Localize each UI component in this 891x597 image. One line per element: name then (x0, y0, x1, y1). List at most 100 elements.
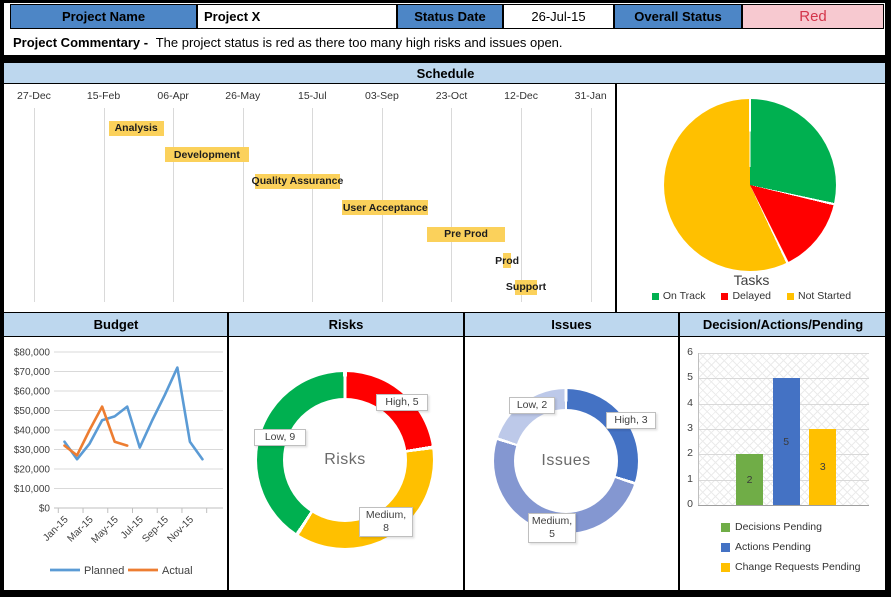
legend-label: Actions Pending (735, 541, 811, 553)
tasks-pie-legend: On Track Delayed Not Started (616, 290, 887, 302)
budget-y-label: $80,000 (14, 348, 51, 359)
decisions-bar-chart: 0123456253Decisions PendingActions Pendi… (679, 337, 887, 590)
budget-y-label: $70,000 (14, 367, 51, 378)
bottom-section-header: Budget Risks Issues Decision/Actions/Pen… (0, 312, 891, 337)
issues-center-label: Issues (541, 452, 590, 470)
gantt-gridline (104, 108, 105, 302)
risks-center-label: Risks (324, 451, 366, 469)
gantt-bar: Quality Assurance (255, 174, 340, 189)
gantt-axis-label: 27-Dec (17, 90, 51, 102)
budget-legend-label: Planned (84, 565, 124, 577)
bar-gridline (698, 353, 869, 354)
budget-x-label: May-15 (89, 514, 121, 546)
overall-status-value: Red (742, 4, 884, 29)
budget-y-label: $40,000 (14, 426, 51, 437)
legend-swatch (721, 523, 730, 532)
budget-title: Budget (4, 313, 228, 336)
commentary-label: Project Commentary - (13, 35, 152, 50)
budget-series-planned (65, 368, 203, 460)
legend-label: Not Started (798, 290, 851, 302)
bar-y-label: 5 (679, 371, 693, 383)
budget-legend-label: Actual (162, 565, 193, 577)
gantt-bar-label: Support (506, 281, 546, 293)
thick-divider (0, 55, 891, 62)
bar-y-label: 1 (679, 473, 693, 485)
bar-y-label: 4 (679, 397, 693, 409)
gantt-axis-label: 12-Dec (504, 90, 538, 102)
legend-label: On Track (663, 290, 706, 302)
budget-line-chart: $0$10,000$20,000$30,000$40,000$50,000$60… (4, 337, 228, 590)
pie-legend-item: On Track (652, 290, 706, 302)
legend-swatch (787, 293, 794, 300)
legend-swatch (721, 563, 730, 572)
gantt-bar-label: User Acceptance (343, 202, 428, 214)
pie-legend-item: Delayed (721, 290, 771, 302)
gantt-bar: User Acceptance (342, 200, 428, 215)
tasks-pie-panel: Tasks On Track Delayed Not Started (616, 84, 887, 312)
risks-donut-chart: RisksHigh, 5Medium, 8Low, 9 (228, 337, 464, 590)
panel-divider (463, 312, 465, 590)
tasks-pie-title: Tasks (616, 272, 887, 288)
issues-title: Issues (464, 313, 679, 336)
tasks-pie-chart (664, 99, 836, 271)
gantt-axis-label: 03-Sep (365, 90, 399, 102)
budget-y-label: $20,000 (14, 465, 51, 476)
budget-y-label: $50,000 (14, 406, 51, 417)
bar-gridline (698, 505, 869, 506)
panel-divider (615, 84, 617, 312)
donut-data-label: Low, 2 (509, 397, 555, 414)
legend-swatch (721, 293, 728, 300)
project-name-value: Project X (197, 4, 397, 29)
budget-y-label: $30,000 (14, 445, 51, 456)
bar-value-label: 5 (773, 436, 800, 448)
gantt-bar: Analysis (109, 121, 164, 136)
project-name-label: Project Name (10, 4, 197, 29)
gantt-gridline (312, 108, 313, 302)
issues-donut-chart: Issues High, 3 Medium, 5 Low, 2 (464, 337, 679, 590)
gantt-bar: Support (515, 280, 537, 295)
project-commentary: Project Commentary - The project status … (4, 29, 885, 55)
decisions-title: Decision/Actions/Pending (679, 313, 887, 336)
gantt-gridline (521, 108, 522, 302)
legend-swatch (652, 293, 659, 300)
panel-divider (227, 312, 229, 590)
donut-data-label: Low, 9 (254, 429, 306, 446)
overall-status-label: Overall Status (614, 4, 742, 29)
gantt-gridline (591, 108, 592, 302)
schedule-gantt-chart: 27-Dec15-Feb06-Apr26-May15-Jul03-Sep23-O… (4, 84, 616, 312)
gantt-axis-label: 15-Feb (87, 90, 120, 102)
gantt-bar-label: Analysis (115, 122, 158, 134)
schedule-section-header: Schedule (0, 62, 891, 84)
status-date-value: 26-Jul-15 (503, 4, 614, 29)
legend-label: Delayed (732, 290, 771, 302)
project-dashboard: Project Name Project X Status Date 26-Ju… (0, 0, 891, 597)
gantt-gridline (173, 108, 174, 302)
gantt-bar: Prod (503, 253, 510, 268)
gantt-bar-label: Prod (495, 255, 519, 267)
gantt-bar-label: Quality Assurance (252, 175, 344, 187)
status-date-label: Status Date (397, 4, 503, 29)
gantt-axis-label: 15-Jul (298, 90, 327, 102)
bar-y-axis (698, 353, 699, 505)
gantt-bar-label: Development (174, 149, 240, 161)
bar-y-label: 0 (679, 498, 693, 510)
bar-y-label: 3 (679, 422, 693, 434)
budget-x-label: Jan-15 (41, 514, 71, 544)
bar-y-label: 2 (679, 447, 693, 459)
bar-y-label: 6 (679, 346, 693, 358)
gantt-axis-label: 23-Oct (436, 90, 468, 102)
bar-value-label: 2 (736, 474, 763, 486)
budget-x-label: Sep-15 (140, 514, 171, 545)
gantt-gridline (243, 108, 244, 302)
gantt-axis-label: 06-Apr (157, 90, 189, 102)
budget-x-label: Nov-15 (165, 514, 196, 545)
donut-data-label: Medium, 5 (528, 513, 576, 543)
bar-legend-item: Actions Pending (721, 541, 811, 553)
donut-data-label: High, 3 (606, 412, 656, 429)
gantt-bar: Development (165, 147, 249, 162)
risks-title: Risks (228, 313, 464, 336)
panel-divider (678, 312, 680, 590)
legend-label: Change Requests Pending (735, 561, 861, 573)
gantt-bar: Pre Prod (427, 227, 505, 242)
budget-y-label: $0 (39, 504, 51, 515)
